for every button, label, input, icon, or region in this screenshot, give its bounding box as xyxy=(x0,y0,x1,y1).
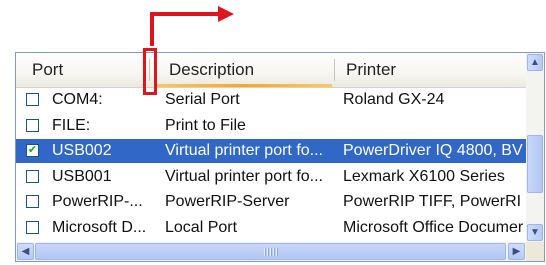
grip-icon xyxy=(264,248,278,256)
cell-description: Virtual printer port fo... xyxy=(165,167,323,185)
table-row[interactable]: COM4: Serial Port Roland GX-24 xyxy=(16,88,526,112)
cell-port: COM4: xyxy=(52,91,103,108)
cell-port: PowerRIP-... xyxy=(52,193,143,210)
up-arrow-icon[interactable]: ▲ xyxy=(527,54,543,71)
cell-port: USB001 xyxy=(52,167,112,185)
table-row[interactable]: PowerRIP-... PowerRIP-Server PowerRIP TIFF… xyxy=(16,190,526,214)
ports-list-view[interactable]: Port Description Printer COM4: Serial Por… xyxy=(15,52,545,262)
column-header-description[interactable]: Description xyxy=(169,53,339,87)
row-checkbox[interactable] xyxy=(26,169,39,183)
table-row[interactable]: FILE: Print to File xyxy=(16,114,526,138)
cell-printer: Roland GX-24 xyxy=(343,91,445,108)
table-row[interactable]: Microsoft D... Local Port Microsoft Office… xyxy=(16,216,526,240)
vertical-scroll-thumb[interactable] xyxy=(527,135,543,193)
checkmark-icon: ✔ xyxy=(27,144,38,156)
list-header: Port Description Printer xyxy=(16,53,526,88)
cell-printer: PowerDriver IQ 4800, BV xyxy=(343,142,523,159)
column-header-port[interactable]: Port xyxy=(32,53,142,87)
horizontal-scrollbar[interactable]: ◀ ▶ xyxy=(16,242,526,261)
row-checkbox[interactable] xyxy=(26,93,39,106)
table-row[interactable]: ✔ USB002 Virtual printer port fo... PowerDr… xyxy=(16,139,526,163)
cell-description: Print to File xyxy=(165,116,246,134)
cell-description: Serial Port xyxy=(165,91,240,108)
cell-description: PowerRIP-Server xyxy=(165,193,290,210)
cell-port: USB002 xyxy=(52,142,112,159)
row-checkbox[interactable] xyxy=(26,220,39,234)
column-header-printer[interactable]: Printer xyxy=(346,53,521,87)
cell-printer: Microsoft Office Documer xyxy=(343,218,524,236)
annotation-highlight-box xyxy=(143,48,157,95)
cell-printer xyxy=(343,114,525,138)
table-row[interactable]: USB001 Virtual printer port fo... Lexmark … xyxy=(16,165,526,189)
scrollbar-corner xyxy=(526,242,544,261)
row-checkbox[interactable]: ✔ xyxy=(26,144,39,157)
cell-port: FILE: xyxy=(52,116,91,134)
horizontal-scroll-thumb[interactable] xyxy=(35,243,506,260)
sort-indicator xyxy=(154,84,332,87)
vertical-scrollbar[interactable]: ▲ ▼ xyxy=(526,53,544,242)
down-arrow-icon[interactable]: ▼ xyxy=(527,224,543,241)
cell-description: Virtual printer port fo... xyxy=(165,142,323,159)
column-divider-handle[interactable] xyxy=(334,59,335,81)
right-arrow-icon[interactable]: ▶ xyxy=(508,243,525,260)
cell-description: Local Port xyxy=(165,218,238,236)
cell-port: Microsoft D... xyxy=(52,218,147,236)
left-arrow-icon[interactable]: ◀ xyxy=(17,243,34,260)
cell-printer: Lexmark X6100 Series xyxy=(343,167,505,185)
row-checkbox[interactable] xyxy=(26,195,39,208)
row-checkbox[interactable] xyxy=(26,118,39,132)
cell-printer: PowerRIP TIFF, PowerRI xyxy=(343,193,522,210)
